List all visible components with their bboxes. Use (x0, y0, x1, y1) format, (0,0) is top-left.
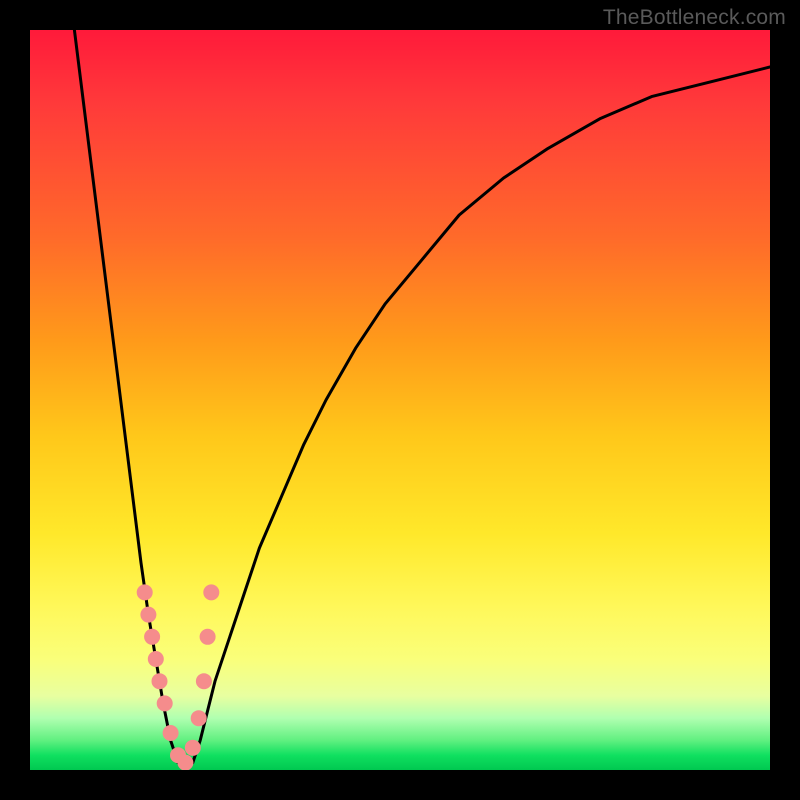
data-point (140, 607, 156, 623)
data-point (137, 584, 153, 600)
data-point (203, 584, 219, 600)
chart-frame: TheBottleneck.com (0, 0, 800, 800)
bottleneck-curve-path (74, 30, 770, 770)
data-point (177, 755, 193, 770)
data-point (163, 725, 179, 741)
data-point (200, 629, 216, 645)
data-point (152, 673, 168, 689)
data-point (144, 629, 160, 645)
curve-group (74, 30, 770, 770)
watermark-text: TheBottleneck.com (603, 6, 786, 30)
dots-group (137, 584, 220, 770)
data-point (196, 673, 212, 689)
plot-area (30, 30, 770, 770)
data-point (191, 710, 207, 726)
data-point (157, 695, 173, 711)
data-point (148, 651, 164, 667)
bottleneck-curve-svg (30, 30, 770, 770)
data-point (185, 740, 201, 756)
